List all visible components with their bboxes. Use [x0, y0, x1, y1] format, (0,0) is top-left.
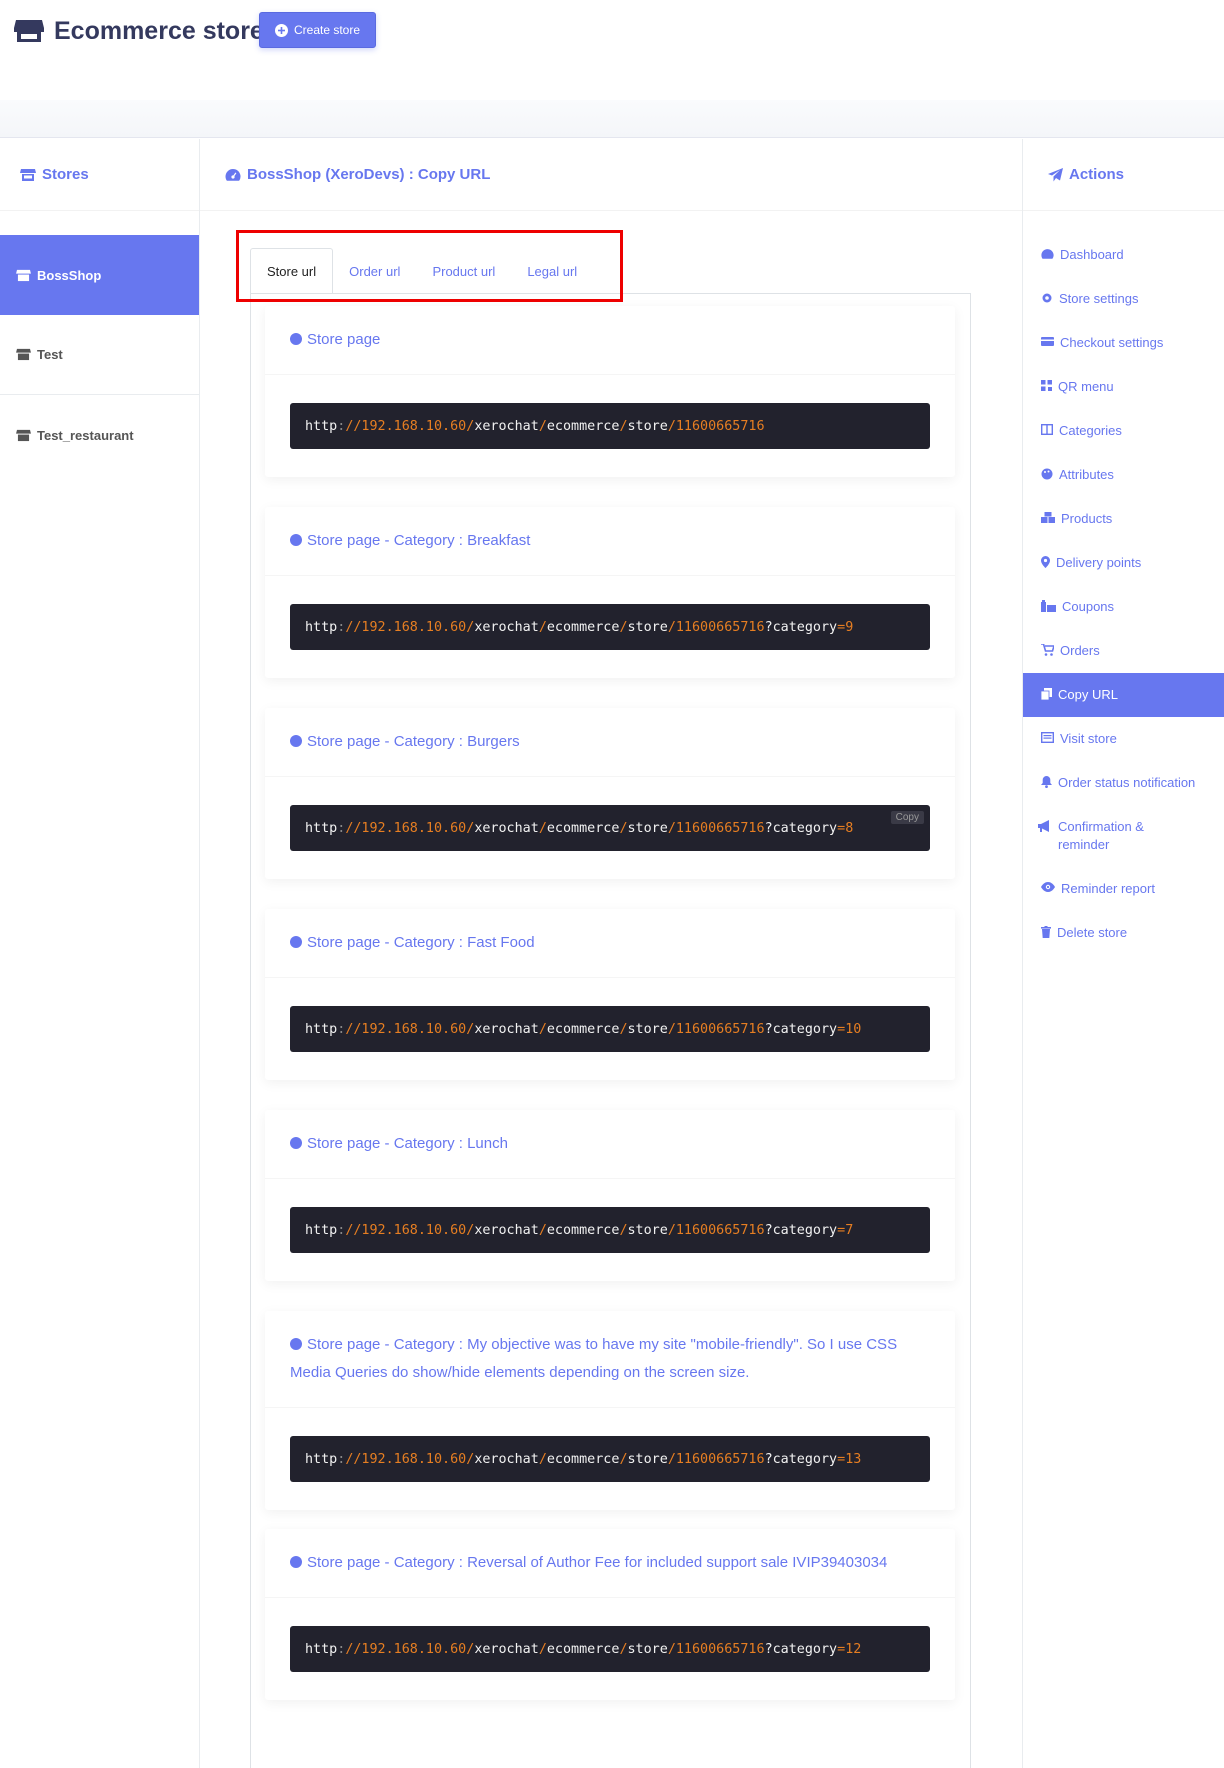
main-panel-title: BossShop (XeroDevs) : Copy URL: [200, 139, 1022, 211]
url-code-box[interactable]: http://192.168.10.60/xerochat / ecommerce /…: [290, 1626, 930, 1672]
url-code-box[interactable]: http://192.168.10.60/xerochat / ecommerce /…: [290, 1006, 930, 1052]
url-card: Store page - Category : Fast Food http://…: [265, 909, 955, 1080]
store-icon: [16, 269, 31, 282]
tab-legal-url[interactable]: Legal url: [511, 248, 593, 294]
url-card: Store page - Category : My objective was…: [265, 1311, 955, 1510]
bullhorn-icon: [1038, 820, 1052, 832]
action-reminder-report[interactable]: Reminder report: [1023, 867, 1224, 911]
action-dashboard[interactable]: Dashboard: [1023, 233, 1224, 277]
url-card-title: Store page - Category : My objective was…: [265, 1311, 955, 1408]
url-tabs: Store url Order url Product url Legal ur…: [250, 248, 593, 294]
url-card: Store page - Category : Burgers http://19…: [265, 708, 955, 879]
columns-icon: [1041, 424, 1053, 435]
create-store-label: Create store: [293, 23, 361, 37]
action-delete-store[interactable]: Delete store: [1023, 911, 1224, 955]
copy-icon: [1041, 688, 1052, 700]
url-card-title: Store page - Category : Breakfast: [265, 507, 955, 576]
action-visit-store[interactable]: Visit store: [1023, 717, 1224, 761]
url-card-title: Store page - Category : Reversal of Auth…: [265, 1529, 955, 1598]
url-code-box[interactable]: http://192.168.10.60/xerochat / ecommerce /…: [290, 604, 930, 650]
actions-panel: Actions Dashboard Store settings Checkout …: [1022, 139, 1224, 1768]
url-code-box[interactable]: http://192.168.10.60/xerochat / ecommerce /…: [290, 1436, 930, 1482]
url-card-title: Store page - Category : Lunch: [265, 1110, 955, 1179]
url-card-title: Store page: [265, 306, 955, 375]
bullet-dot-icon: [290, 534, 302, 546]
url-card-title: Store page - Category : Burgers: [265, 708, 955, 777]
trash-icon: [1041, 926, 1051, 938]
action-order-status-notification[interactable]: Order status notification: [1023, 761, 1224, 805]
dashboard-icon: [225, 168, 241, 182]
action-checkout-settings[interactable]: Checkout settings: [1023, 321, 1224, 365]
header-band: [0, 100, 1224, 138]
url-card: Store page http://192.168.10.60/xerochat /…: [265, 306, 955, 477]
actions-list: Dashboard Store settings Checkout settings…: [1023, 233, 1224, 955]
store-item-test-restaurant[interactable]: Test_restaurant: [0, 395, 199, 475]
action-coupons[interactable]: Coupons: [1023, 585, 1224, 629]
action-categories[interactable]: Categories: [1023, 409, 1224, 453]
store-item-test[interactable]: Test: [0, 315, 199, 395]
gear-icon: [1041, 292, 1053, 304]
qrcode-icon: [1041, 380, 1052, 391]
main-panel: BossShop (XeroDevs) : Copy URL Store url…: [200, 139, 1022, 1768]
coupon-icon: [1041, 600, 1056, 612]
action-confirmation-reminder[interactable]: Confirmation & reminder: [1023, 805, 1224, 867]
url-card-title: Store page - Category : Fast Food: [265, 909, 955, 978]
bullet-dot-icon: [290, 1556, 302, 1568]
credit-card-icon: [1041, 336, 1054, 347]
boxes-icon: [1041, 512, 1055, 523]
plus-circle-icon: [274, 23, 288, 37]
action-copy-url[interactable]: Copy URL: [1023, 673, 1224, 717]
app-title: Ecommerce store: [14, 14, 264, 48]
bullet-dot-icon: [290, 1137, 302, 1149]
dashboard-icon: [1041, 248, 1054, 260]
map-marker-icon: [1041, 556, 1050, 568]
action-products[interactable]: Products: [1023, 497, 1224, 541]
action-store-settings[interactable]: Store settings: [1023, 277, 1224, 321]
store-item-bossshop[interactable]: BossShop: [0, 235, 199, 315]
bullet-dot-icon: [290, 936, 302, 948]
bullet-dot-icon: [290, 333, 302, 345]
palette-icon: [1041, 468, 1053, 480]
app-title-text: Ecommerce store: [54, 16, 264, 45]
cart-icon: [1041, 644, 1054, 656]
tab-content: Store page http://192.168.10.60/xerochat /…: [250, 293, 971, 1768]
tab-order-url[interactable]: Order url: [333, 248, 416, 294]
store-icon: [16, 348, 31, 361]
store-small-icon: [20, 168, 36, 182]
action-attributes[interactable]: Attributes: [1023, 453, 1224, 497]
create-store-button[interactable]: Create store: [259, 12, 376, 48]
url-code-box[interactable]: http://192.168.10.60/xerochat / ecommerce /…: [290, 805, 930, 851]
url-code-box[interactable]: http://192.168.10.60/xerochat / ecommerce /…: [290, 1207, 930, 1253]
visit-icon: [1041, 732, 1054, 743]
store-icon: [14, 18, 44, 44]
tab-product-url[interactable]: Product url: [416, 248, 511, 294]
tab-store-url[interactable]: Store url: [250, 248, 334, 294]
action-delivery-points[interactable]: Delivery points: [1023, 541, 1224, 585]
url-card: Store page - Category : Reversal of Auth…: [265, 1529, 955, 1700]
url-code-box[interactable]: http://192.168.10.60/xerochat / ecommerce /…: [290, 403, 930, 449]
action-qr-menu[interactable]: QR menu: [1023, 365, 1224, 409]
stores-panel: Stores BossShop Test Test_restaurant: [0, 139, 200, 1768]
store-list: BossShop Test Test_restaurant: [0, 235, 199, 475]
bullet-dot-icon: [290, 1338, 302, 1350]
eye-icon: [1041, 882, 1055, 892]
store-icon: [16, 429, 31, 442]
bell-icon: [1041, 776, 1052, 788]
actions-panel-title: Actions: [1023, 139, 1224, 211]
paper-plane-icon: [1048, 167, 1063, 182]
bullet-dot-icon: [290, 735, 302, 747]
page-header: Ecommerce store Create store: [0, 0, 1224, 108]
action-orders[interactable]: Orders: [1023, 629, 1224, 673]
stores-panel-title: Stores: [0, 139, 199, 211]
url-card: Store page - Category : Lunch http://192.…: [265, 1110, 955, 1281]
copy-button[interactable]: Copy: [890, 811, 924, 824]
url-card: Store page - Category : Breakfast http://…: [265, 507, 955, 678]
